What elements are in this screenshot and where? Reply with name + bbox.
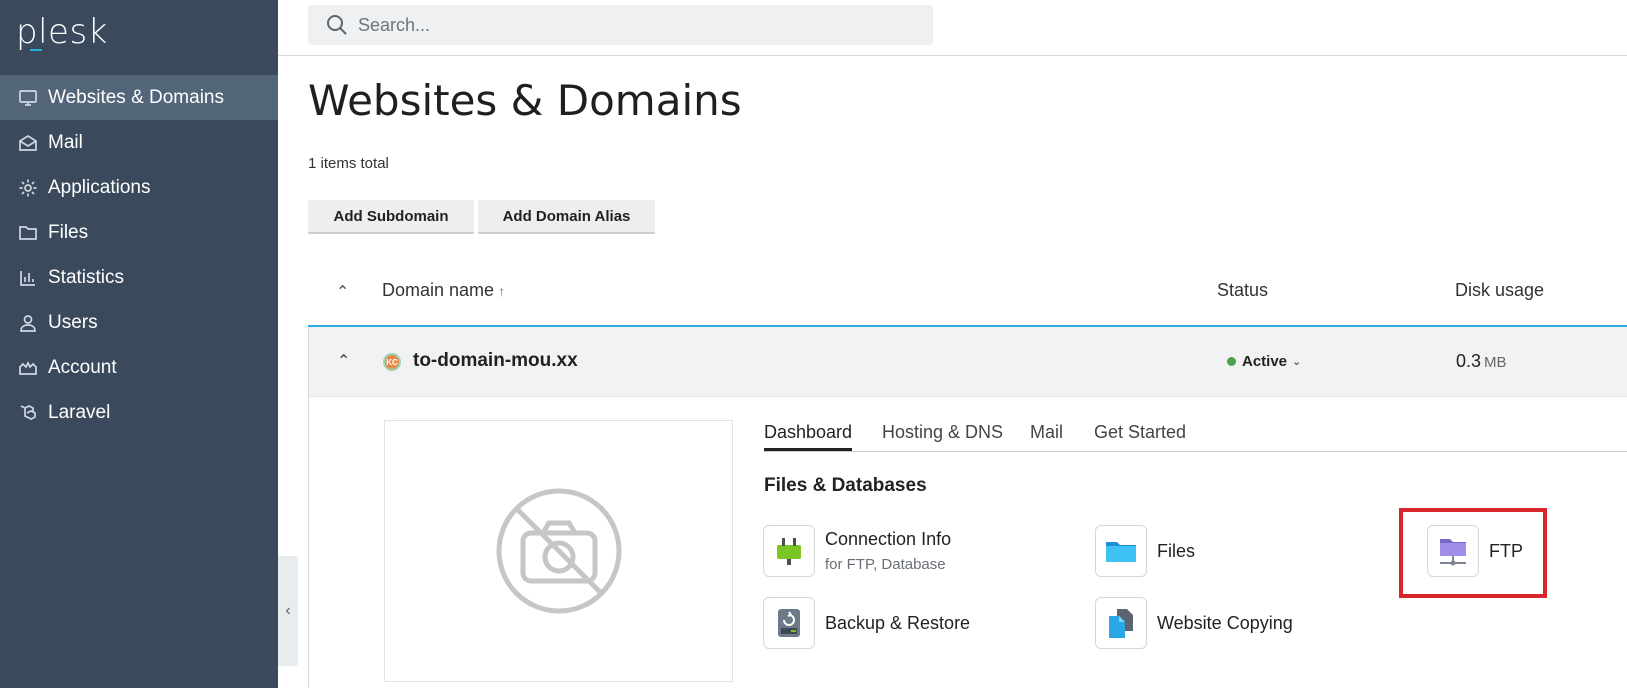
ftp-highlight-frame bbox=[1399, 508, 1547, 598]
tool-label: Files bbox=[1157, 540, 1196, 561]
add-subdomain-button[interactable]: Add Subdomain bbox=[308, 200, 474, 234]
sidebar: plesk Websites & Domains Mail Applicatio… bbox=[0, 0, 278, 688]
backup-drive-icon bbox=[763, 597, 815, 649]
monitor-icon bbox=[18, 88, 38, 108]
sidebar-item-label: Applications bbox=[48, 176, 151, 198]
tab-get-started[interactable]: Get Started bbox=[1094, 422, 1186, 443]
sidebar-item-label: Websites & Domains bbox=[48, 86, 224, 108]
sidebar-item-mail[interactable]: Mail bbox=[0, 120, 278, 165]
sidebar-item-applications[interactable]: Applications bbox=[0, 165, 278, 210]
plesk-logo[interactable]: plesk bbox=[16, 12, 108, 52]
sort-ascending-icon: ↑ bbox=[498, 283, 506, 299]
disk-usage-value: 0.3 bbox=[1456, 351, 1482, 371]
domain-avatar: KC bbox=[383, 353, 401, 371]
folder-icon bbox=[1095, 525, 1147, 577]
backup-restore-tool[interactable]: Backup & Restore bbox=[763, 597, 970, 649]
chevron-left-icon: ‹ bbox=[285, 602, 291, 619]
tab-mail[interactable]: Mail bbox=[1030, 422, 1063, 443]
sidebar-item-laravel[interactable]: Laravel bbox=[0, 390, 278, 435]
sidebar-item-label: Statistics bbox=[48, 266, 125, 288]
logo-accent bbox=[30, 49, 42, 51]
sidebar-item-account[interactable]: Account bbox=[0, 345, 278, 390]
table-row[interactable]: ⌃ KC to-domain-mou.xx Active ⌄ 0.3 MB bbox=[308, 327, 1627, 397]
search-input[interactable] bbox=[358, 14, 898, 36]
sidebar-item-label: Users bbox=[48, 311, 98, 333]
laravel-icon bbox=[18, 403, 38, 423]
website-preview[interactable] bbox=[384, 420, 733, 682]
tab-hosting-dns[interactable]: Hosting & DNS bbox=[882, 422, 1003, 443]
page-title: Websites & Domains bbox=[308, 76, 742, 125]
status-dot-icon bbox=[1227, 357, 1236, 366]
top-bar bbox=[278, 0, 1627, 56]
sidebar-item-label: Files bbox=[48, 221, 89, 243]
sidebar-item-files[interactable]: Files bbox=[0, 210, 278, 255]
website-copying-tool[interactable]: Website Copying bbox=[1095, 597, 1293, 649]
add-domain-alias-button[interactable]: Add Domain Alias bbox=[478, 200, 655, 234]
search-box[interactable] bbox=[308, 5, 933, 45]
status-column-header[interactable]: Status bbox=[1217, 280, 1268, 301]
search-icon bbox=[326, 14, 348, 36]
plug-icon bbox=[763, 525, 815, 577]
section-title: Files & Databases bbox=[764, 475, 927, 496]
tool-label: Backup & Restore bbox=[825, 612, 971, 633]
disk-usage-column-header[interactable]: Disk usage bbox=[1455, 280, 1544, 301]
domain-name-column-header[interactable]: Domain name ↑ bbox=[382, 280, 505, 301]
files-tool[interactable]: Files bbox=[1095, 525, 1195, 577]
tool-sublabel: for FTP, Database bbox=[825, 556, 946, 573]
no-screenshot-icon bbox=[496, 488, 621, 614]
items-total: 1 items total bbox=[308, 155, 389, 172]
bar-chart-icon bbox=[18, 268, 38, 288]
tool-label: Connection Info bbox=[825, 529, 952, 549]
sidebar-item-label: Account bbox=[48, 356, 117, 378]
sidebar-item-users[interactable]: Users bbox=[0, 300, 278, 345]
connection-info-tool[interactable]: Connection Info for FTP, Database bbox=[763, 525, 951, 577]
tool-label: Website Copying bbox=[1157, 612, 1293, 633]
chevron-up-icon[interactable]: ⌃ bbox=[337, 351, 350, 371]
sidebar-item-label: Mail bbox=[48, 131, 83, 153]
sidebar-collapse-button[interactable]: ‹ bbox=[278, 556, 298, 666]
status-dropdown[interactable]: Active ⌄ bbox=[1227, 353, 1301, 370]
sidebar-item-label: Laravel bbox=[48, 401, 111, 423]
folder-icon bbox=[18, 223, 38, 243]
tab-dashboard[interactable]: Dashboard bbox=[764, 422, 853, 451]
disk-usage: 0.3 MB bbox=[1456, 351, 1507, 372]
mail-icon bbox=[18, 133, 38, 153]
domain-tabs: Dashboard Hosting & DNS Mail Get Started bbox=[764, 414, 1627, 452]
gear-icon bbox=[18, 178, 38, 198]
chevron-down-icon: ⌄ bbox=[1292, 356, 1302, 368]
table-header: ⌃ Domain name ↑ Status Disk usage bbox=[308, 268, 1627, 328]
sidebar-item-statistics[interactable]: Statistics bbox=[0, 255, 278, 300]
sidebar-nav: Websites & Domains Mail Applications Fil… bbox=[0, 75, 278, 435]
collapse-all-icon[interactable]: ⌃ bbox=[336, 282, 354, 301]
sidebar-item-websites-domains[interactable]: Websites & Domains bbox=[0, 75, 278, 120]
status-label: Active bbox=[1242, 353, 1288, 370]
disk-usage-unit: MB bbox=[1484, 354, 1507, 371]
tool-text: Connection Info for FTP, Database bbox=[825, 529, 951, 573]
column-label: Domain name bbox=[382, 280, 495, 300]
account-icon bbox=[18, 358, 38, 378]
user-icon bbox=[18, 313, 38, 333]
domain-name-link[interactable]: to-domain-mou.xx bbox=[413, 350, 578, 372]
copy-files-icon bbox=[1095, 597, 1147, 649]
